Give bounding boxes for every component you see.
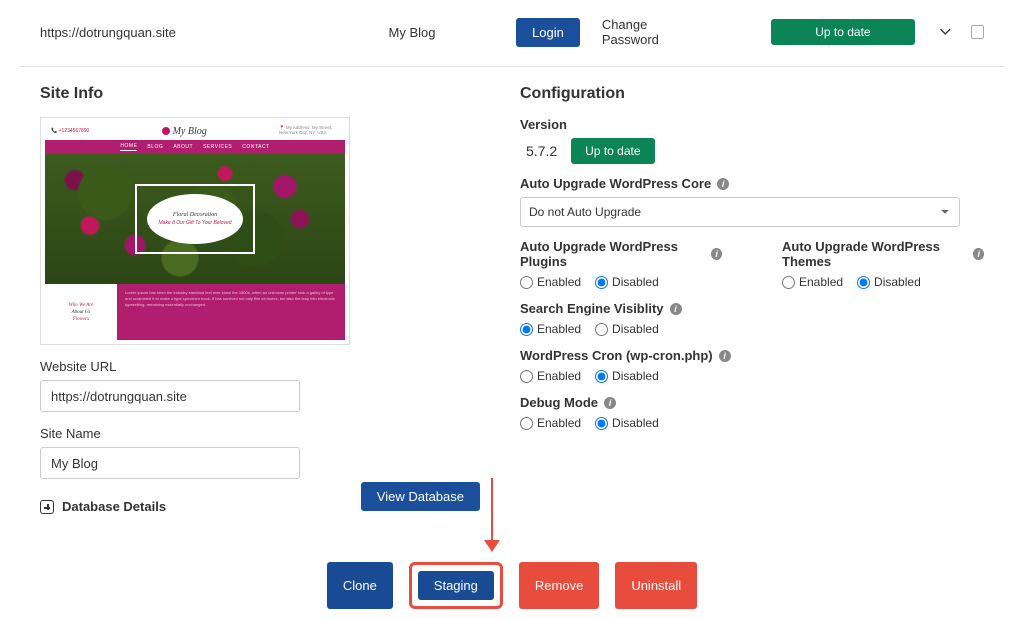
plus-icon[interactable]: [40, 500, 54, 514]
remove-button[interactable]: Remove: [519, 562, 599, 609]
thumb-logo-text: My Blog: [173, 126, 207, 137]
thumb-nav-item: ABOUT: [173, 144, 193, 150]
flower-icon: [162, 127, 170, 135]
thumb-nav: HOME BLOG ABOUT SERVICES CONTACT: [45, 140, 345, 154]
database-details-toggle[interactable]: Database Details: [62, 499, 166, 514]
thumb-nav-item: CONTACT: [242, 144, 269, 150]
version-label: Version: [520, 117, 984, 132]
auto-upgrade-core-label: Auto Upgrade WordPress Core: [520, 176, 711, 191]
themes-disabled-radio[interactable]: Disabled: [857, 275, 921, 289]
uninstall-button[interactable]: Uninstall: [615, 562, 697, 609]
thumb-phone-icon: 📞 +1234567890: [51, 128, 89, 134]
view-database-button[interactable]: View Database: [361, 482, 480, 511]
auto-upgrade-themes-label: Auto Upgrade WordPress Themes: [782, 239, 967, 269]
change-password-link[interactable]: Change Password: [592, 10, 707, 54]
site-info-panel: Site Info 📞 +1234567890 My Blog 📍 My Add…: [40, 85, 480, 514]
status-badge: Up to date: [771, 19, 915, 45]
staging-highlight: Staging: [409, 562, 503, 609]
auto-upgrade-plugins-label: Auto Upgrade WordPress Plugins: [520, 239, 705, 269]
thumb-nav-item: HOME: [120, 143, 137, 151]
info-icon[interactable]: i: [711, 248, 722, 260]
version-status-button[interactable]: Up to date: [571, 138, 654, 164]
plugins-disabled-radio[interactable]: Disabled: [595, 275, 659, 289]
site-name-label: Site Name: [40, 426, 480, 441]
thumb-footer-text: Lorem ipsum has been the industry standa…: [117, 284, 345, 340]
header-site-title: My Blog: [332, 25, 492, 40]
chevron-down-icon[interactable]: [939, 25, 952, 39]
themes-enabled-radio[interactable]: Enabled: [782, 275, 843, 289]
plugins-enabled-radio[interactable]: Enabled: [520, 275, 581, 289]
thumb-link: Who We Are: [69, 303, 94, 308]
hero-title: Floral Decoration: [173, 212, 217, 220]
thumb-address: 📍 My Address, My Street, New York City, …: [279, 126, 339, 136]
thumb-logo: My Blog: [162, 126, 207, 137]
header-site-url: https://dotrungquan.site: [40, 25, 320, 40]
configuration-panel: Configuration Version 5.7.2 Up to date A…: [520, 85, 984, 514]
configuration-heading: Configuration: [520, 85, 984, 103]
auto-upgrade-core-select[interactable]: Do not Auto Upgrade: [520, 197, 960, 227]
debug-disabled-radio[interactable]: Disabled: [595, 416, 659, 430]
wp-cron-label: WordPress Cron (wp-cron.php): [520, 348, 713, 363]
cron-disabled-radio[interactable]: Disabled: [595, 369, 659, 383]
thumb-nav-item: BLOG: [147, 144, 163, 150]
select-checkbox[interactable]: [971, 25, 984, 39]
clone-button[interactable]: Clone: [327, 562, 393, 609]
thumb-link: About Us: [72, 310, 91, 315]
login-button[interactable]: Login: [516, 18, 580, 47]
info-icon[interactable]: i: [670, 303, 682, 315]
info-icon[interactable]: i: [604, 397, 616, 409]
debug-enabled-radio[interactable]: Enabled: [520, 416, 581, 430]
website-url-label: Website URL: [40, 359, 480, 374]
info-icon[interactable]: i: [973, 248, 984, 260]
annotation-arrow: [482, 478, 502, 554]
thumb-hero: Floral Decoration Make It Our Gift To Yo…: [45, 154, 345, 284]
search-enabled-radio[interactable]: Enabled: [520, 322, 581, 336]
search-disabled-radio[interactable]: Disabled: [595, 322, 659, 336]
site-thumbnail: 📞 +1234567890 My Blog 📍 My Address, My S…: [40, 117, 350, 345]
site-name-input[interactable]: [40, 447, 300, 479]
staging-button[interactable]: Staging: [418, 571, 494, 600]
version-value: 5.7.2: [520, 143, 557, 159]
info-icon[interactable]: i: [717, 178, 729, 190]
header-bar: https://dotrungquan.site My Blog Login C…: [20, 0, 1004, 67]
info-icon[interactable]: i: [719, 350, 731, 362]
search-visibility-label: Search Engine Visiblity: [520, 301, 664, 316]
thumb-nav-item: SERVICES: [203, 144, 232, 150]
hero-subtitle: Make It Our Gift To Your Beloved: [158, 220, 231, 227]
cron-enabled-radio[interactable]: Enabled: [520, 369, 581, 383]
website-url-input[interactable]: [40, 380, 300, 412]
thumb-footer: Who We Are About Us Flowers Lorem ipsum …: [45, 284, 345, 340]
thumb-link: Flowers: [73, 317, 89, 322]
debug-mode-label: Debug Mode: [520, 395, 598, 410]
site-info-heading: Site Info: [40, 85, 480, 103]
action-button-row: Clone Staging Remove Uninstall: [20, 532, 1004, 619]
